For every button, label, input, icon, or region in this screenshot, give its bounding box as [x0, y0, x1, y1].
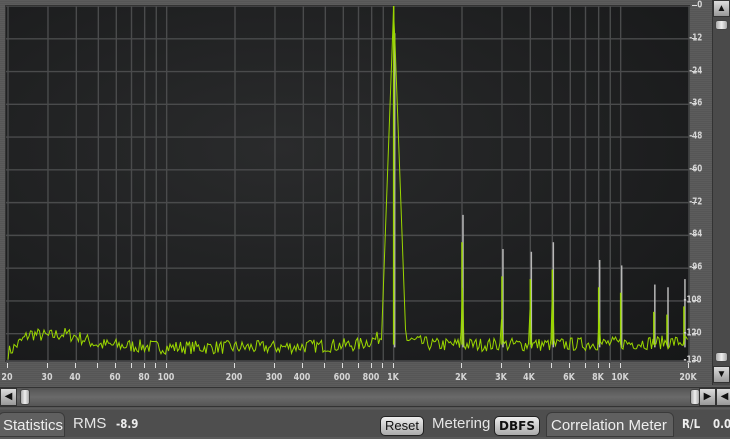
scroll-up-button[interactable]: ▲	[713, 0, 730, 17]
footer-bar: Statistics Correlation Meter	[0, 410, 730, 437]
x-tick	[342, 363, 344, 368]
metering-mode-button[interactable]: DBFS	[494, 416, 540, 436]
x-tick-label: 3K	[495, 372, 507, 383]
rl-label: R/L	[682, 417, 701, 431]
y-tick-label: -108	[683, 294, 702, 306]
x-tick-label: 200	[225, 372, 243, 383]
rms-value: -8.9	[116, 417, 139, 431]
x-tick	[143, 363, 145, 368]
y-tick-label: -36	[688, 97, 702, 109]
correlation-meter-tab[interactable]: Correlation Meter	[546, 412, 674, 437]
x-tick-label: 20	[1, 372, 13, 383]
reset-button[interactable]: Reset	[380, 416, 424, 436]
x-tick	[357, 363, 359, 368]
scroll-down-button[interactable]: ▼	[713, 366, 730, 383]
x-tick	[529, 363, 531, 368]
x-tick-label: 800	[362, 372, 380, 383]
x-tick-label: 60	[109, 372, 121, 383]
y-tick-label: -120	[683, 327, 702, 339]
x-tick-label: 600	[333, 372, 351, 383]
scroll-left-button[interactable]: ◀	[0, 388, 17, 406]
scroll-right-button[interactable]: ▶	[699, 388, 716, 406]
vertical-scrollbar[interactable]: ▲ ▼	[712, 0, 730, 385]
x-tick-label: 40	[69, 372, 81, 383]
horizontal-scrollbar[interactable]: ◀ ▶ ◀	[0, 387, 730, 407]
rms-label: RMS	[73, 415, 107, 432]
y-tick	[692, 5, 697, 6]
x-tick-label: 6K	[563, 372, 576, 383]
x-tick-label: 20K	[679, 372, 697, 383]
metering-label: Metering	[432, 415, 491, 432]
y-tick-label: -48	[688, 130, 702, 142]
x-tick	[382, 363, 384, 368]
x-tick-label: 8K	[591, 372, 604, 383]
horizontal-scroll-left-thumb[interactable]	[20, 389, 30, 405]
x-tick	[584, 363, 586, 368]
x-tick-label: 4K	[523, 372, 536, 383]
x-tick	[46, 363, 48, 368]
y-tick-label: -12	[688, 32, 702, 44]
x-tick-label: 10K	[610, 372, 629, 383]
y-tick-label: -96	[688, 261, 702, 273]
x-tick	[165, 363, 167, 368]
y-tick-label: -72	[688, 196, 702, 208]
x-tick	[461, 363, 462, 368]
x-tick-label: 100	[157, 372, 175, 383]
y-tick-label: -24	[688, 65, 702, 77]
x-tick	[130, 363, 132, 368]
x-tick	[619, 363, 621, 368]
x-tick	[609, 363, 611, 368]
x-tick-label: 80	[138, 372, 150, 383]
y-tick-label: -84	[688, 228, 702, 240]
x-tick-label: 400	[293, 372, 311, 383]
x-tick	[234, 363, 235, 368]
x-tick	[75, 363, 77, 368]
x-tick	[273, 363, 275, 368]
y-tick-label: -60	[688, 163, 702, 175]
x-tick	[97, 363, 99, 368]
x-tick	[551, 363, 553, 368]
spectrum-plot	[5, 5, 691, 363]
y-tick-label: 0	[696, 0, 702, 11]
x-tick	[392, 363, 394, 368]
x-tick	[569, 363, 571, 368]
x-tick	[155, 363, 157, 368]
statistics-tab[interactable]: Statistics	[0, 412, 65, 437]
x-tick	[302, 363, 304, 368]
vertical-scroll-top-thumb[interactable]	[715, 20, 728, 30]
vertical-scroll-bottom-thumb[interactable]	[715, 352, 728, 362]
y-tick-label: -130	[683, 354, 702, 366]
x-tick	[7, 363, 8, 368]
x-tick	[688, 363, 689, 368]
x-tick	[500, 363, 502, 368]
x-tick-label: 30	[41, 372, 53, 383]
x-tick-label: 300	[265, 372, 283, 383]
x-tick	[115, 363, 117, 368]
spectrum-svg	[6, 6, 691, 363]
rl-value: 0.0	[713, 417, 730, 431]
x-tick	[597, 363, 599, 368]
x-tick	[370, 363, 372, 368]
x-tick-label: 2K	[455, 372, 467, 383]
scroll-left-button-2[interactable]: ◀	[716, 388, 730, 406]
x-tick	[324, 363, 326, 368]
x-tick-label: 1K	[386, 372, 399, 383]
